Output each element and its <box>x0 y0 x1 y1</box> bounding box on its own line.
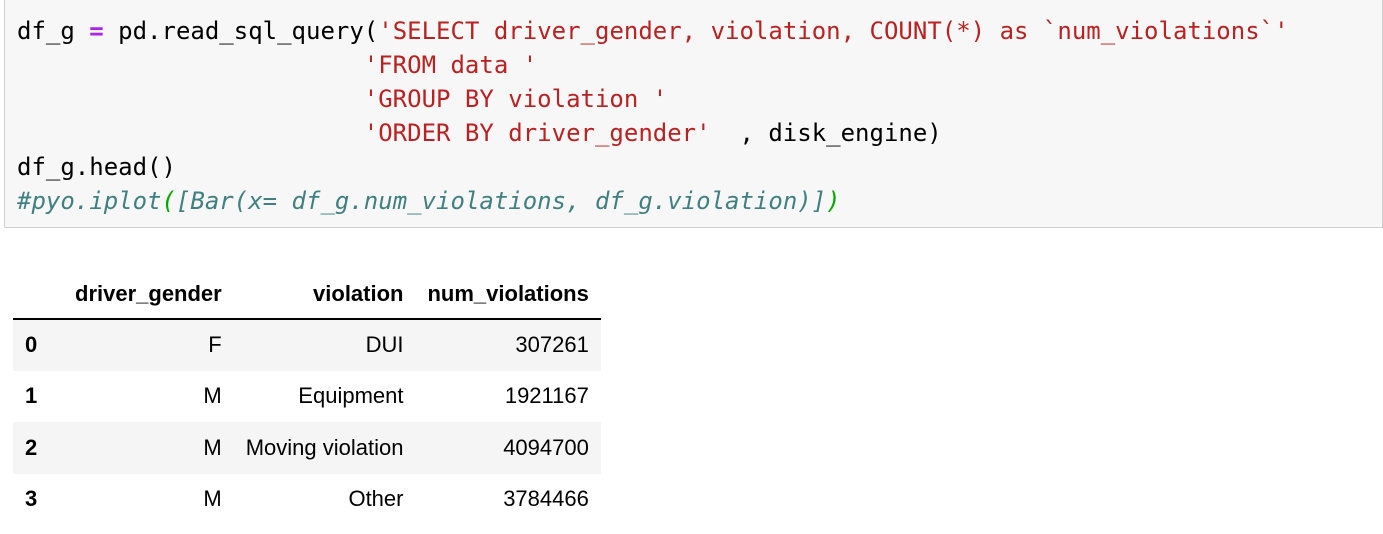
table-row: 3 M Other 3784466 <box>13 474 601 526</box>
code-line: 'FROM data ' <box>17 48 1289 82</box>
cell-num-violations: 3784466 <box>503 486 589 512</box>
code-token: df_g <box>17 17 90 45</box>
code-line: df_g = pd.read_sql_query('SELECT driver_… <box>17 14 1289 48</box>
table-row: 1 M Equipment 1921167 <box>13 371 601 423</box>
code-token: 'GROUP BY violation ' <box>363 85 668 113</box>
table-header-row: driver_gender violation num_violations <box>13 270 601 320</box>
code-input-cell[interactable]: df_g = pd.read_sql_query('SELECT driver_… <box>4 0 1383 228</box>
code-token: 'FROM data ' <box>363 51 538 79</box>
code-token: #pyo.iplot <box>17 187 162 215</box>
cell-violation: Moving violation <box>245 434 404 460</box>
code-token: [Bar(x= df_g.num_violations, df_g.violat… <box>175 187 827 215</box>
cell-driver-gender: F <box>208 332 222 358</box>
cell-driver-gender: M <box>203 383 222 409</box>
column-header-num-violations: num_violations <box>415 270 601 320</box>
cell-output: driver_gender violation num_violations 0… <box>13 270 601 525</box>
code-token: df_g.head() <box>17 153 176 181</box>
code-token: pd.read_sql_query( <box>103 17 379 45</box>
table-row: 0 F DUI 307261 <box>13 319 601 371</box>
code-editor[interactable]: df_g = pd.read_sql_query('SELECT driver_… <box>17 14 1289 218</box>
code-line: df_g.head() <box>17 150 1289 184</box>
column-header-violation: violation <box>233 270 416 320</box>
row-index: 0 <box>25 332 38 358</box>
cell-driver-gender: M <box>203 434 222 460</box>
code-line: #pyo.iplot([Bar(x= df_g.num_violations, … <box>17 184 1289 218</box>
column-header-driver-gender: driver_gender <box>63 270 234 320</box>
cell-violation: Other <box>348 486 404 512</box>
dataframe-table: driver_gender violation num_violations 0… <box>13 270 601 525</box>
cell-num-violations: 307261 <box>515 332 589 358</box>
code-token: , disk_engine) <box>710 119 942 147</box>
code-line: 'ORDER BY driver_gender' , disk_engine) <box>17 116 1289 150</box>
cell-driver-gender: M <box>203 486 222 512</box>
code-token: ( <box>161 187 176 215</box>
index-header <box>13 270 63 320</box>
code-token: 'SELECT driver_gender, violation, COUNT(… <box>378 17 1289 45</box>
cell-num-violations: 4094700 <box>503 434 589 460</box>
cell-violation: DUI <box>365 332 404 358</box>
code-token: ) <box>826 187 841 215</box>
code-token: = <box>89 17 104 45</box>
row-index: 2 <box>25 434 38 460</box>
cell-num-violations: 1921167 <box>504 383 589 409</box>
cell-violation: Equipment <box>298 383 404 409</box>
table-row: 2 M Moving violation 4094700 <box>13 422 601 474</box>
code-line: 'GROUP BY violation ' <box>17 82 1289 116</box>
row-index: 1 <box>25 383 38 409</box>
row-index: 3 <box>25 486 38 512</box>
code-token: 'ORDER BY driver_gender' <box>363 119 711 147</box>
